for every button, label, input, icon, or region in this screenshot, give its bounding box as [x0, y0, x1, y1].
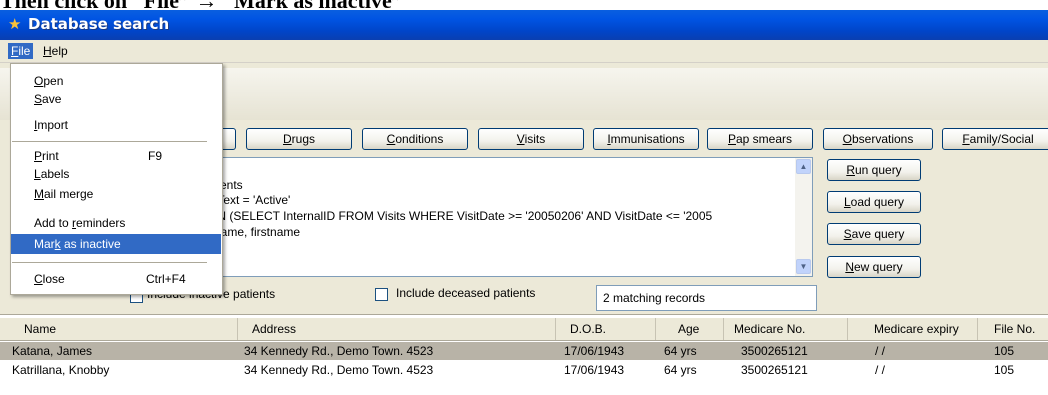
app-icon: ★: [8, 16, 22, 33]
tab-drugs[interactable]: Drugs: [246, 128, 352, 150]
cell-age: 64 yrs: [664, 344, 697, 358]
menu-help[interactable]: Help: [40, 43, 71, 59]
shortcut-close: Ctrl+F4: [146, 272, 186, 286]
column-header-name[interactable]: Name: [0, 318, 238, 340]
cell-name: Katrillana, Knobby: [12, 363, 110, 377]
tab-observations[interactable]: Observations: [823, 128, 933, 150]
cell-dob: 17/06/1943: [564, 363, 625, 377]
window-title: Database search: [28, 15, 170, 33]
shortcut-print: F9: [148, 149, 163, 163]
menu-separator: [12, 141, 207, 142]
menu-file[interactable]: File: [8, 43, 34, 59]
menu-separator: [12, 262, 207, 263]
cell-address: 34 Kennedy Rd., Demo Town. 4523: [244, 344, 434, 358]
menu-item-mail-merge[interactable]: Mail merge: [34, 185, 93, 203]
table-row[interactable]: Katrillana, Knobby 34 Kennedy Rd., Demo …: [0, 361, 1048, 379]
cell-age: 64 yrs: [664, 363, 697, 377]
tab-family-social[interactable]: Family/Social: [942, 128, 1048, 150]
query-line: name, firstname: [214, 225, 301, 239]
menu-item-add-to-reminders[interactable]: Add to reminders: [34, 214, 125, 232]
menu-item-mark-as-inactive[interactable]: Mark as inactive: [34, 235, 121, 253]
menu-item-save[interactable]: Save: [34, 90, 61, 108]
tab-conditions[interactable]: Conditions: [362, 128, 468, 150]
cell-medicare-no: 3500265121: [741, 363, 808, 377]
menu-item-print[interactable]: Print: [34, 147, 59, 165]
query-textbox[interactable]: tients :Text = 'Active' IN (SELECT Inter…: [205, 157, 813, 277]
cell-dob: 17/06/1943: [564, 344, 625, 358]
include-deceased-checkbox[interactable]: [375, 288, 388, 301]
query-line: :Text = 'Active': [214, 193, 291, 207]
include-deceased-label: Include deceased patients: [396, 286, 536, 300]
cell-medicare-no: 3500265121: [741, 344, 808, 358]
cell-file-no: 105: [994, 344, 1015, 358]
matching-records-count: 2 matching records: [596, 285, 817, 311]
tab-visits[interactable]: Visits: [478, 128, 584, 150]
cell-address: 34 Kennedy Rd., Demo Town. 4523: [244, 363, 434, 377]
table-row[interactable]: Katana, James 34 Kennedy Rd., Demo Town.…: [0, 342, 1048, 360]
column-header-address[interactable]: Address: [238, 318, 556, 340]
menu-item-open[interactable]: Open: [34, 72, 63, 90]
query-line: IN (SELECT InternalID FROM Visits WHERE …: [214, 209, 713, 223]
save-query-button[interactable]: Save query: [827, 223, 921, 245]
scroll-up-icon[interactable]: ▲: [796, 159, 811, 174]
menu-item-close[interactable]: Close: [34, 270, 65, 288]
column-header-age[interactable]: Age: [656, 318, 724, 340]
column-header-medicare-no[interactable]: Medicare No.: [724, 318, 848, 340]
menu-bar: [0, 40, 1048, 63]
menu-item-labels[interactable]: Labels: [34, 165, 69, 183]
tab-pap-smears[interactable]: Pap smears: [707, 128, 813, 150]
cell-medicare-expiry: / /: [875, 363, 886, 377]
menu-item-import[interactable]: Import: [34, 116, 68, 134]
load-query-button[interactable]: Load query: [827, 191, 921, 213]
scroll-down-icon[interactable]: ▼: [796, 259, 811, 274]
tab-immunisations[interactable]: Immunisations: [593, 128, 699, 150]
query-scrollbar[interactable]: ▲ ▼: [795, 158, 812, 276]
grid-header: Name Address D.O.B. Age Medicare No. Med…: [0, 318, 1048, 341]
cell-medicare-expiry: / /: [875, 344, 886, 358]
column-header-file-no[interactable]: File No.: [978, 318, 1048, 340]
column-header-medicare-expiry[interactable]: Medicare expiry: [848, 318, 978, 340]
run-query-button[interactable]: Run query: [827, 159, 921, 181]
cell-file-no: 105: [994, 363, 1015, 377]
column-header-dob[interactable]: D.O.B.: [556, 318, 656, 340]
new-query-button[interactable]: New query: [827, 256, 921, 278]
cell-name: Katana, James: [12, 344, 93, 358]
